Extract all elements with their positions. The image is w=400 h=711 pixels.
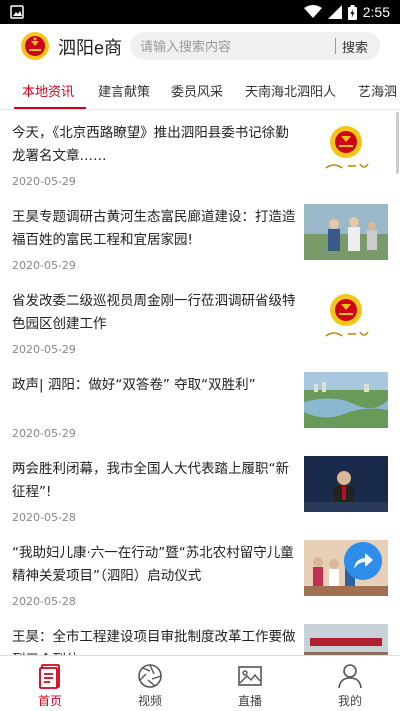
news-title: 王昊：全市工程建设项目审批制度改革工作要做到三个到位 (12, 629, 296, 655)
signal-icon (327, 5, 342, 19)
person-icon (338, 664, 362, 689)
cppcc-emblem-thumbnail (304, 120, 388, 176)
bottom-navigation: 首页 视频 直播 我的 (0, 655, 400, 711)
news-item[interactable]: 省发改委二级巡视员周金刚一行莅泗调研省级特色园区创建工作 2020-05-29 (0, 278, 400, 362)
tab-siyang-people[interactable]: 天南海北泗阳人 (245, 81, 336, 100)
status-bar: 2:55 (0, 0, 400, 24)
news-date: 2020-05-29 (12, 427, 76, 440)
news-date: 2020-05-28 (12, 511, 76, 524)
nav-video-label: 视频 (137, 694, 162, 708)
nav-video[interactable]: 视频 (100, 656, 200, 711)
news-title: 王昊专题调研古黄河生态富民廊道建设：打造造福百姓的富民工程和宜居家园! (12, 209, 296, 248)
image-notification-icon (10, 5, 24, 19)
news-date: 2020-05-29 (12, 343, 76, 356)
nav-mine-label: 我的 (337, 694, 362, 708)
news-item[interactable]: 政声| 泗阳：做好“双答卷” 夺取“双胜利” 2020-05-29 (0, 362, 400, 446)
officials-field-photo (304, 204, 388, 260)
news-item[interactable]: 王昊专题调研古黄河生态富民廊道建设：打造造福百姓的富民工程和宜居家园! 2020… (0, 194, 400, 278)
news-item[interactable]: “我助妇儿康·六一在行动”暨“苏北农村留守儿童精神关爱项目”（泗阳）启动仪式 2… (0, 530, 400, 614)
home-doc-icon (39, 664, 60, 689)
congress-speaker-photo (304, 456, 388, 512)
nav-live[interactable]: 直播 (200, 656, 300, 711)
app-title: 泗阳e商 (58, 38, 123, 58)
cppcc-emblem-thumbnail (304, 288, 388, 344)
wifi-icon (303, 5, 322, 18)
news-item[interactable]: 两会胜利闭幕，我市全国人大代表踏上履职“新征程”! 2020-05-28 (0, 446, 400, 530)
search-divider (335, 38, 336, 54)
tab-member-profiles[interactable]: 委员风采 (171, 81, 223, 100)
status-time: 2:55 (362, 4, 390, 20)
category-tabs: 本地资讯 建言献策 委员风采 天南海北泗阳人 艺海泗 (0, 72, 400, 110)
image-icon (238, 666, 262, 686)
search-bar[interactable]: 搜索 (130, 32, 380, 60)
nav-live-label: 直播 (237, 694, 262, 708)
camera-aperture-icon (138, 664, 162, 688)
news-date: 2020-05-29 (12, 175, 76, 188)
news-date: 2020-05-28 (12, 595, 76, 608)
news-title: 政声| 泗阳：做好“双答卷” 夺取“双胜利” (12, 377, 256, 393)
share-fab-icon[interactable] (344, 542, 382, 580)
news-title: 省发改委二级巡视员周金刚一行莅泗调研省级特色园区创建工作 (12, 293, 296, 332)
news-item[interactable]: 王昊：全市工程建设项目审批制度改革工作要做到三个到位 (0, 614, 400, 655)
news-list: 今天，《北京西路瞭望》推出泗阳县委书记徐勤龙署名文章…… 2020-05-29 … (0, 110, 400, 655)
tab-art[interactable]: 艺海泗 (358, 81, 397, 100)
news-title: “我助妇儿康·六一在行动”暨“苏北农村留守儿童精神关爱项目”（泗阳）启动仪式 (12, 545, 294, 584)
list-scrollbar[interactable] (396, 112, 399, 174)
search-input[interactable] (140, 32, 330, 60)
aerial-river-photo (304, 372, 388, 428)
nav-home-label: 首页 (37, 694, 62, 708)
search-button[interactable]: 搜索 (342, 37, 368, 56)
tab-suggestions[interactable]: 建言献策 (98, 81, 150, 100)
news-item[interactable]: 今天，《北京西路瞭望》推出泗阳县委书记徐勤龙署名文章…… 2020-05-29 (0, 110, 400, 194)
active-tab-indicator (14, 107, 86, 109)
app-header: 泗阳e商 搜索 (0, 24, 400, 68)
nav-mine[interactable]: 我的 (300, 656, 400, 711)
tab-local-news[interactable]: 本地资讯 (22, 81, 74, 100)
cppcc-logo-icon (21, 32, 49, 60)
meeting-hall-photo (304, 624, 388, 655)
nav-home[interactable]: 首页 (0, 656, 100, 711)
news-date: 2020-05-29 (12, 259, 76, 272)
news-title: 今天，《北京西路瞭望》推出泗阳县委书记徐勤龙署名文章…… (12, 125, 289, 164)
battery-icon (347, 4, 357, 20)
news-title: 两会胜利闭幕，我市全国人大代表踏上履职“新征程”! (12, 461, 289, 500)
